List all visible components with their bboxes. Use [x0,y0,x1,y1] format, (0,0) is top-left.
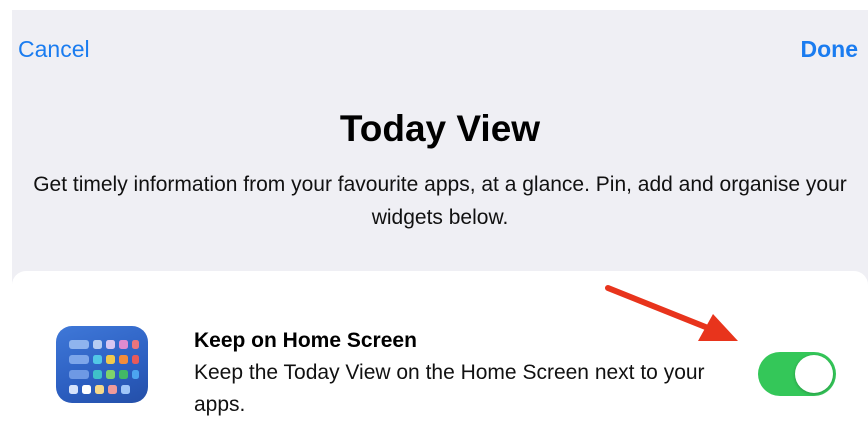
toggle-knob [795,355,833,393]
page-title: Today View [339,108,541,149]
setting-description: Keep the Today View on the Home Screen n… [194,361,705,416]
home-screen-widgets-icon [56,326,148,403]
page-subtitle: Get timely information from your favouri… [33,173,847,229]
annotation-arrow-icon [605,285,738,341]
setting-title: Keep on Home Screen [194,329,417,352]
keep-on-home-screen-toggle[interactable] [758,352,836,396]
done-button[interactable]: Done [801,36,859,63]
today-view-sheet: Cancel Done Today View Get timely inform… [12,10,868,420]
cancel-button[interactable]: Cancel [18,36,90,63]
